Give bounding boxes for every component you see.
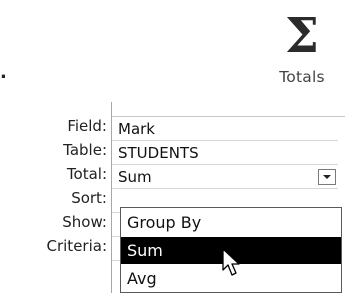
column-selector-bar[interactable] xyxy=(112,102,345,117)
chevron-down-icon[interactable] xyxy=(318,169,336,185)
row-label-sort: Sort: xyxy=(71,189,107,207)
total-cell[interactable]: Sum xyxy=(112,165,338,189)
sigma-icon: Σ xyxy=(285,8,319,64)
table-cell[interactable]: STUDENTS xyxy=(112,141,338,165)
row-label-total: Total: xyxy=(66,165,107,183)
row-label-show: Show: xyxy=(62,213,107,231)
mouse-pointer-icon xyxy=(222,248,240,276)
row-label-table: Table: xyxy=(63,141,107,159)
field-cell[interactable]: Mark xyxy=(112,117,338,141)
clipped-ribbon-text: . xyxy=(0,62,7,83)
total-cell-value: Sum xyxy=(118,168,152,186)
totals-label: Totals xyxy=(279,68,325,86)
totals-button[interactable]: Σ Totals xyxy=(262,8,342,94)
row-label-criteria: Criteria: xyxy=(46,237,108,255)
dropdown-option-group-by[interactable]: Group By xyxy=(121,209,341,236)
row-label-field: Field: xyxy=(67,117,107,135)
